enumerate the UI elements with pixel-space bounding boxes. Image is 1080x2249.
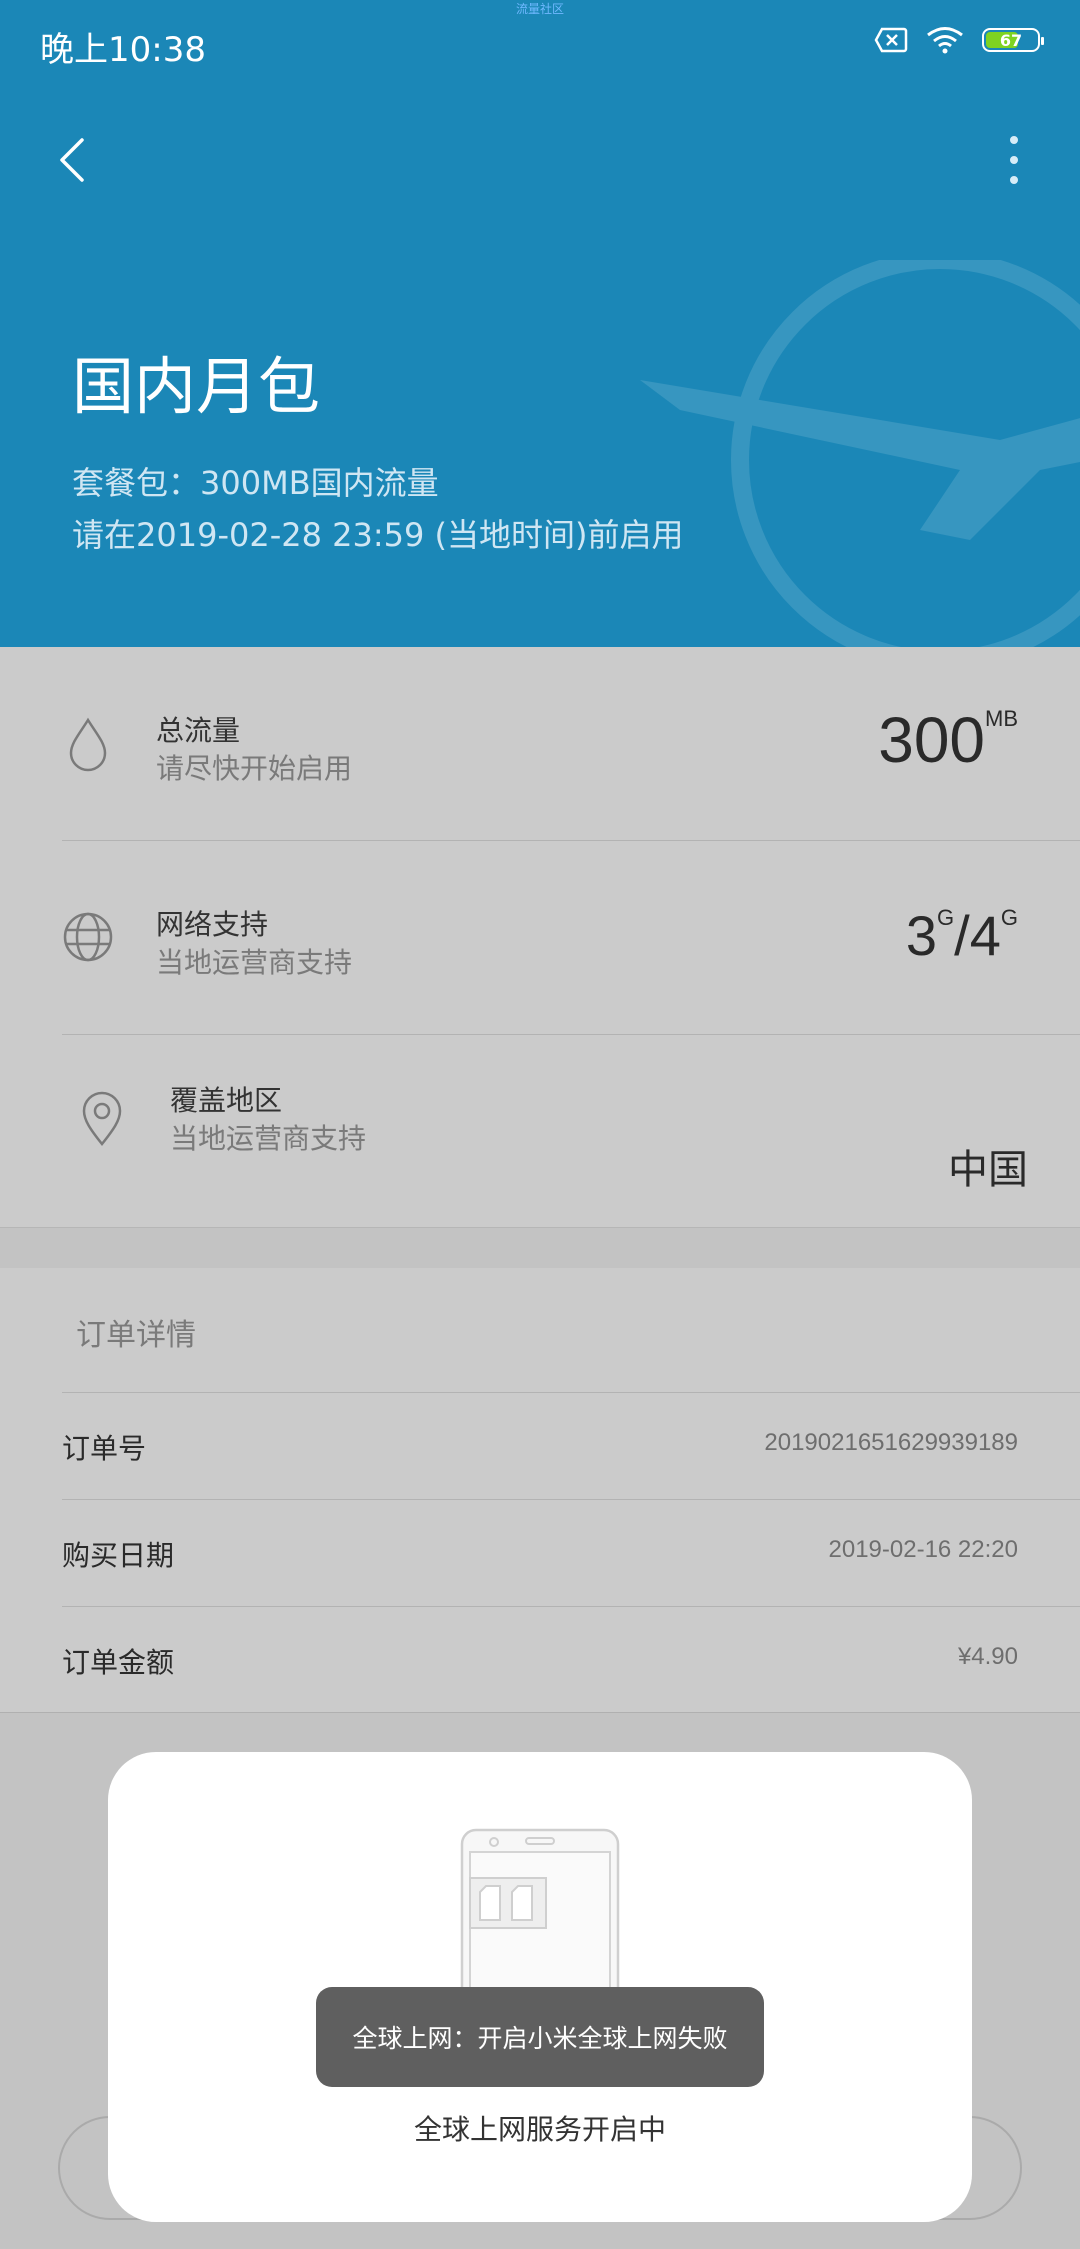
info-sub: 当地运营商支持	[170, 1122, 367, 1155]
network-value: 3G/4G	[906, 903, 1018, 968]
wifi-icon	[927, 27, 963, 54]
plan-title: 国内月包	[72, 350, 321, 423]
order-details-section: 订单详情 订单号 2019021651629939189 购买日期 2019-0…	[0, 1268, 1080, 1712]
order-label: 订单号	[62, 1432, 147, 1465]
status-bar: 流量社区 晚上10:38 67	[0, 0, 1080, 90]
status-top-label: 流量社区	[515, 2, 564, 16]
info-sub: 请尽快开始启用	[156, 752, 353, 785]
network-4: 4	[969, 904, 1001, 967]
section-gap	[0, 1227, 1080, 1269]
order-section-title: 订单详情	[76, 1318, 196, 1353]
info-sub: 当地运营商支持	[156, 946, 353, 979]
network-3-unit: G	[937, 905, 955, 930]
order-value: ¥4.90	[957, 1643, 1018, 1670]
back-button[interactable]	[52, 134, 92, 186]
water-drop-icon	[69, 717, 107, 772]
info-label: 总流量	[156, 714, 241, 747]
error-toast: 全球上网：开启小米全球上网失败	[316, 1987, 764, 2087]
status-icons: 67	[874, 26, 1044, 54]
coverage-value: 中国	[948, 1148, 1028, 1192]
plan-info-section: 总流量 请尽快开始启用 300MB 网络支持 当地运营商支持 3G/4G 覆盖地…	[0, 647, 1080, 1227]
airplane-globe-icon	[640, 260, 1080, 647]
info-label: 网络支持	[156, 908, 269, 941]
network-3: 3	[905, 904, 938, 967]
no-sim-icon	[874, 27, 908, 53]
plan-activation-deadline: 请在2019-02-28 23:59 (当地时间)前启用	[72, 516, 684, 554]
order-label: 购买日期	[62, 1539, 175, 1572]
info-row-coverage: 覆盖地区 当地运营商支持 中国	[0, 1035, 1080, 1229]
dialog-message: 全球上网服务开启中	[413, 2113, 666, 2146]
order-label: 订单金额	[62, 1646, 175, 1679]
info-row-network: 网络支持 当地运营商支持 3G/4G	[0, 841, 1080, 1035]
location-pin-icon	[82, 1091, 122, 1147]
battery-level: 67	[999, 30, 1023, 50]
plan-package-desc: 套餐包：300MB国内流量	[72, 464, 439, 502]
network-4-unit: G	[1000, 905, 1018, 930]
order-row-amount: 订单金额 ¥4.90	[0, 1607, 1080, 1713]
info-label: 覆盖地区	[170, 1084, 283, 1117]
network-sep: /	[954, 904, 970, 967]
status-time: 晚上10:38	[40, 30, 206, 70]
info-row-total-data: 总流量 请尽快开始启用 300MB	[0, 647, 1080, 841]
order-row-number: 订单号 2019021651629939189	[0, 1393, 1080, 1499]
battery-icon: 67	[982, 28, 1044, 52]
order-value: 2019-02-16 22:20	[828, 1536, 1019, 1563]
more-options-button[interactable]	[1004, 130, 1024, 190]
total-data-unit: MB	[985, 706, 1018, 731]
order-value: 2019021651629939189	[764, 1429, 1018, 1456]
total-data-number: 300	[878, 704, 985, 776]
order-row-date: 购买日期 2019-02-16 22:20	[0, 1500, 1080, 1606]
globe-icon	[63, 912, 113, 962]
total-data-value: 300MB	[878, 703, 1018, 777]
plan-header: 流量社区 晚上10:38 67 国内月包 套餐包：300MB国内流量 请在201…	[0, 0, 1080, 647]
